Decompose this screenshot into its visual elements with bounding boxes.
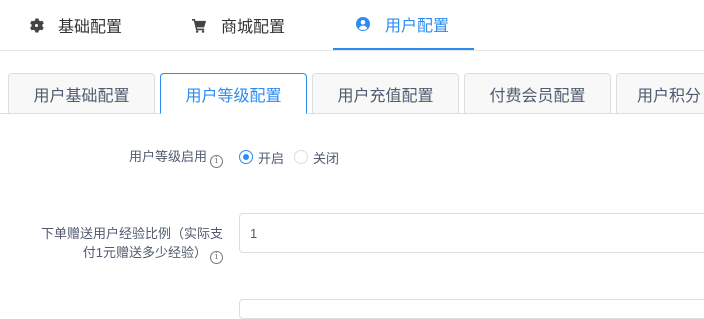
radio-enable[interactable] (239, 150, 253, 164)
tab-basic-config[interactable]: 基础配置 (28, 0, 122, 50)
exp-ratio-value: 1 (250, 225, 258, 241)
cart-icon (191, 17, 207, 33)
tab-mall-config[interactable]: 商城配置 (191, 0, 285, 50)
level-enable-radio-group: 开启 关闭 (239, 147, 349, 167)
user-circle-icon (355, 16, 371, 32)
subtab-paid-member[interactable]: 付费会员配置 (464, 73, 611, 114)
exp-ratio-input[interactable]: 1 (239, 213, 704, 253)
gear-icon (28, 17, 44, 33)
subtab-user-basic[interactable]: 用户基础配置 (8, 73, 155, 114)
tab-basic-config-label: 基础配置 (58, 19, 123, 36)
exp-ratio-label-line2-row: 付1元赠送多少经验） i (0, 243, 223, 264)
level-enable-label: 用户等级启用 (128, 149, 207, 164)
info-icon[interactable]: i (210, 155, 223, 168)
tab-user-config[interactable]: 用户配置 (333, 0, 474, 50)
info-icon[interactable]: i (210, 251, 223, 264)
exp-ratio-label-block: 下单赠送用户经验比例（实际支 付1元赠送多少经验） i (0, 224, 223, 264)
level-enable-label-row: 用户等级启用 i (40, 147, 223, 168)
exp-ratio-label-line1: 下单赠送用户经验比例（实际支 (40, 226, 223, 241)
top-tabs: 基础配置 商城配置 用户配置 (0, 0, 704, 51)
next-field-input[interactable] (239, 299, 704, 319)
radio-enable-label[interactable]: 开启 (258, 148, 284, 167)
subtab-user-recharge[interactable]: 用户充值配置 (312, 73, 459, 114)
radio-disable[interactable] (294, 150, 309, 164)
tab-mall-config-label: 商城配置 (221, 19, 286, 36)
exp-ratio-label-line2: 付1元赠送多少经验） (82, 245, 207, 260)
radio-disable-label[interactable]: 关闭 (313, 148, 339, 167)
subtab-user-level[interactable]: 用户等级配置 (160, 73, 307, 114)
subtab-user-points[interactable]: 用户积分 (616, 73, 704, 114)
sub-tabs: 用户基础配置 用户等级配置 用户充值配置 付费会员配置 用户积分 (0, 73, 704, 114)
tab-user-config-label: 用户配置 (385, 18, 450, 35)
